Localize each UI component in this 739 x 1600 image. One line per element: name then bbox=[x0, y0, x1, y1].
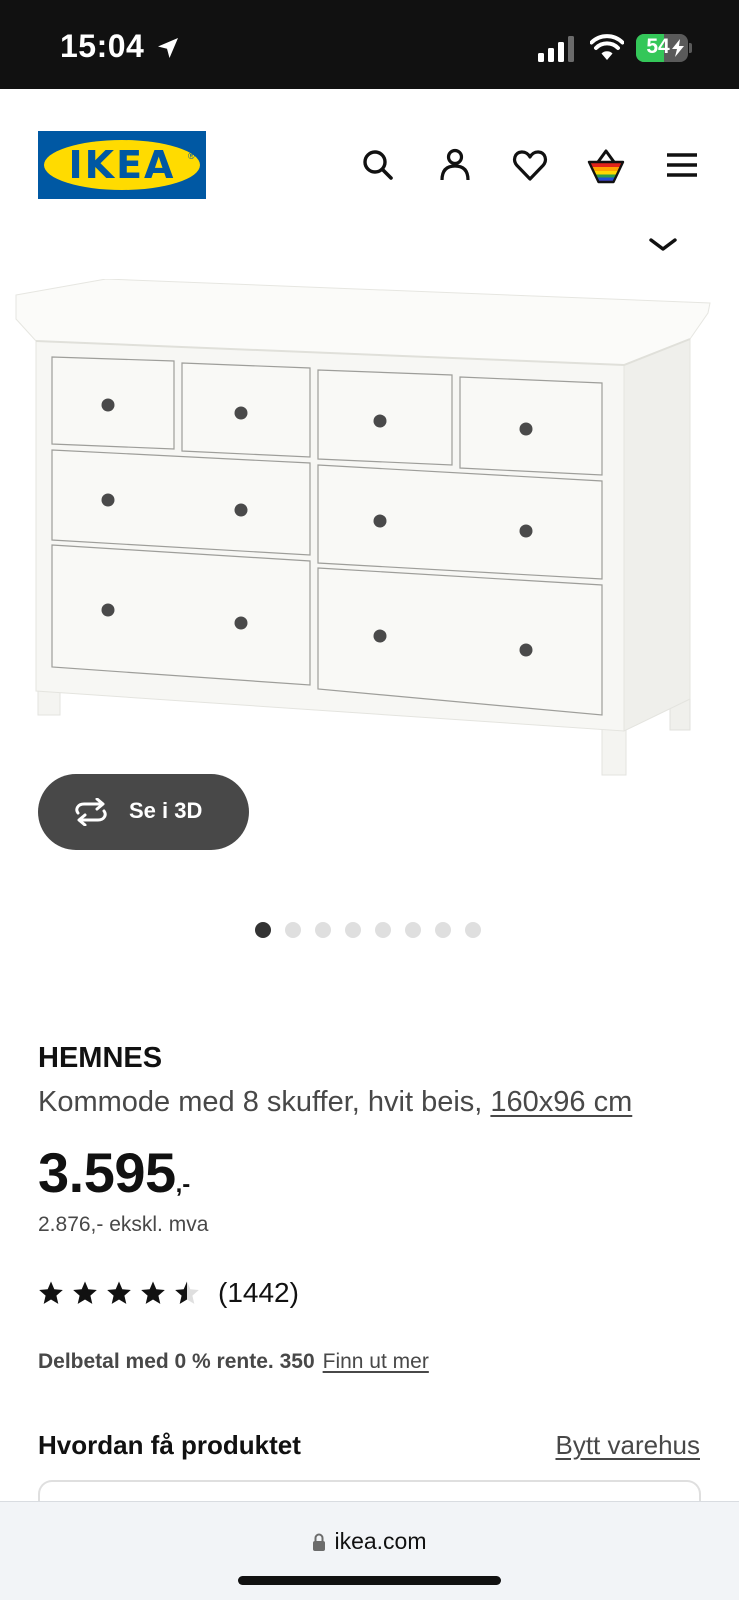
star-full-icon bbox=[39, 1281, 63, 1304]
heart-icon bbox=[513, 150, 547, 181]
price-excl-vat: 2.876,- ekskl. mva bbox=[38, 1213, 209, 1236]
gallery-dot[interactable] bbox=[345, 922, 361, 938]
star-full-icon bbox=[107, 1281, 131, 1304]
rating-count: (1442) bbox=[218, 1277, 299, 1308]
menu-icon bbox=[667, 153, 697, 177]
cellular-signal-icon bbox=[538, 36, 574, 62]
star-full-icon bbox=[141, 1281, 165, 1304]
favourites-button[interactable] bbox=[510, 145, 550, 185]
url-text: ikea.com bbox=[334, 1528, 427, 1554]
profile-icon bbox=[440, 148, 470, 181]
price-suffix: ,- bbox=[175, 1171, 191, 1198]
gallery-dot[interactable] bbox=[435, 922, 451, 938]
gallery-dot[interactable] bbox=[255, 922, 271, 938]
star-half-icon bbox=[175, 1281, 199, 1304]
menu-button[interactable] bbox=[662, 145, 702, 185]
view-in-3d-label: Se i 3D bbox=[129, 798, 203, 823]
star-full-icon bbox=[73, 1281, 97, 1304]
charging-bolt-icon bbox=[672, 39, 684, 57]
chevron-down-icon[interactable] bbox=[647, 235, 679, 255]
gallery-dot[interactable] bbox=[465, 922, 481, 938]
product-gallery[interactable]: Se i 3D bbox=[0, 229, 739, 989]
lock-icon bbox=[313, 1533, 326, 1551]
status-bar: 15:04 54 bbox=[0, 0, 739, 89]
browser-address-bar[interactable]: ikea.com bbox=[0, 1501, 739, 1600]
delivery-section-title: Hvordan få produktet bbox=[38, 1430, 301, 1460]
ikea-logo[interactable]: IKEA ® bbox=[38, 131, 206, 199]
search-icon bbox=[363, 150, 393, 180]
site-header: IKEA ® bbox=[0, 89, 739, 229]
financing-info: Delbetal med 0 % rente. 350 Finn ut mer bbox=[38, 1350, 429, 1374]
gallery-dot[interactable] bbox=[375, 922, 391, 938]
profile-button[interactable] bbox=[435, 145, 475, 185]
gallery-dot[interactable] bbox=[315, 922, 331, 938]
registered-mark: ® bbox=[188, 151, 195, 161]
product-rating[interactable]: (1442) bbox=[38, 1276, 299, 1310]
financing-link[interactable]: Finn ut mer bbox=[323, 1350, 429, 1373]
wifi-icon bbox=[590, 34, 624, 60]
rating-stars bbox=[38, 1280, 200, 1306]
gallery-dot[interactable] bbox=[405, 922, 421, 938]
status-time: 15:04 bbox=[60, 28, 145, 64]
change-store-link[interactable]: Bytt varehus bbox=[555, 1430, 700, 1461]
product-description-text: Kommode med 8 skuffer, hvit beis, bbox=[38, 1086, 491, 1118]
location-arrow-icon bbox=[158, 38, 178, 58]
gallery-pagination bbox=[255, 922, 481, 938]
battery-indicator: 54 bbox=[636, 34, 692, 62]
rotate-3d-icon bbox=[75, 798, 107, 826]
url-display[interactable]: ikea.com bbox=[0, 1528, 739, 1555]
cart-button[interactable] bbox=[586, 145, 626, 185]
shopping-bag-icon bbox=[587, 149, 625, 184]
product-price: 3.595,- bbox=[38, 1140, 190, 1205]
search-button[interactable] bbox=[358, 145, 398, 185]
gallery-dot[interactable] bbox=[285, 922, 301, 938]
home-indicator[interactable] bbox=[238, 1576, 501, 1585]
product-description: Kommode med 8 skuffer, hvit beis, 160x96… bbox=[38, 1086, 632, 1119]
product-image[interactable] bbox=[14, 279, 726, 779]
view-in-3d-button[interactable]: Se i 3D bbox=[38, 774, 249, 850]
price-integer: 3.595 bbox=[38, 1141, 176, 1204]
product-name: HEMNES bbox=[38, 1042, 163, 1074]
product-dimensions-link[interactable]: 160x96 cm bbox=[490, 1086, 632, 1118]
logo-text: IKEA bbox=[68, 143, 176, 187]
financing-text: Delbetal med 0 % rente. 350 bbox=[38, 1350, 315, 1373]
